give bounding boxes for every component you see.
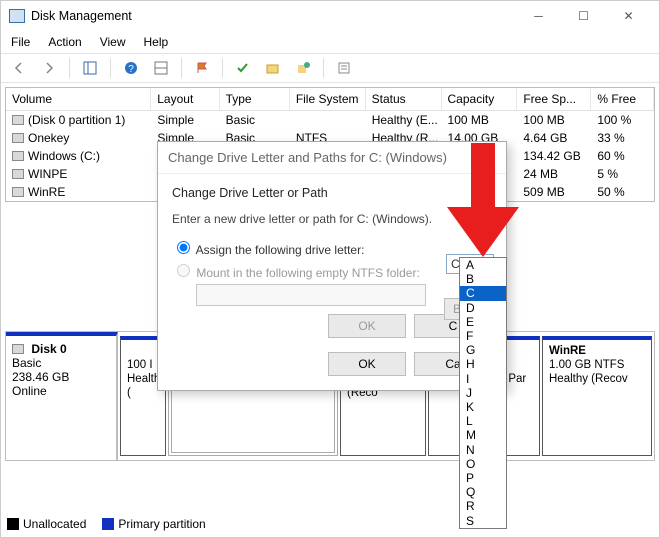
col-layout[interactable]: Layout — [151, 88, 219, 110]
volume-list-header: Volume Layout Type File System Status Ca… — [6, 88, 654, 111]
drive-letter-option[interactable]: N — [460, 443, 506, 457]
toolbar: ? — [1, 53, 659, 83]
menu-action[interactable]: Action — [48, 35, 81, 49]
table-row[interactable]: (Disk 0 partition 1)SimpleBasicHealthy (… — [6, 111, 654, 129]
volume-icon — [12, 187, 24, 197]
menu-file[interactable]: File — [11, 35, 30, 49]
new-folder-icon[interactable] — [261, 56, 285, 80]
menu-help[interactable]: Help — [144, 35, 169, 49]
col-free[interactable]: Free Sp... — [517, 88, 591, 110]
drive-letter-option[interactable]: D — [460, 301, 506, 315]
menu-view[interactable]: View — [100, 35, 126, 49]
legend-primary: Primary partition — [118, 517, 205, 531]
dialog-heading: Change Drive Letter or Path — [172, 186, 492, 200]
change-drive-letter-dialog: Change Drive Letter and Paths for C: (Wi… — [157, 141, 507, 391]
properties-icon[interactable] — [332, 56, 356, 80]
col-type[interactable]: Type — [220, 88, 290, 110]
help-icon[interactable]: ? — [119, 56, 143, 80]
volume-icon — [12, 133, 24, 143]
disk-management-icon — [9, 9, 25, 23]
legend: Unallocated Primary partition — [7, 517, 206, 531]
back-icon[interactable] — [7, 56, 31, 80]
drive-letter-option[interactable]: M — [460, 428, 506, 442]
ok-button[interactable]: OK — [328, 352, 406, 376]
drive-letter-option[interactable]: T — [460, 528, 506, 529]
volume-icon — [12, 115, 24, 125]
drive-letter-option[interactable]: A — [460, 258, 506, 272]
disk-icon — [12, 344, 24, 354]
title-bar: Disk Management ─ ☐ ✕ — [1, 1, 659, 31]
col-capacity[interactable]: Capacity — [442, 88, 518, 110]
drive-letter-option[interactable]: L — [460, 414, 506, 428]
drive-letter-option[interactable]: O — [460, 457, 506, 471]
drive-letter-option[interactable]: P — [460, 471, 506, 485]
col-volume[interactable]: Volume — [6, 88, 151, 110]
col-status[interactable]: Status — [366, 88, 442, 110]
drive-letter-option[interactable]: C — [460, 286, 506, 300]
drive-letter-option[interactable]: K — [460, 400, 506, 414]
radio-mount-folder-input[interactable] — [177, 264, 190, 277]
drive-letter-dropdown[interactable]: ABCDEFGHIJKLMNOPQRSTUV — [459, 257, 507, 529]
disk-info[interactable]: Disk 0 Basic 238.46 GB Online — [6, 332, 118, 460]
minimize-button[interactable]: ─ — [516, 1, 561, 31]
legend-unallocated: Unallocated — [23, 517, 86, 531]
partition[interactable]: WinRE1.00 GB NTFSHealthy (Recov — [542, 336, 652, 456]
window-title: Disk Management — [31, 9, 132, 23]
legend-unallocated-swatch — [7, 518, 19, 530]
disk-state: Online — [12, 384, 47, 398]
drive-letter-option[interactable]: E — [460, 315, 506, 329]
menu-bar: File Action View Help — [1, 31, 659, 53]
radio-assign-letter[interactable]: Assign the following drive letter: — [172, 238, 492, 257]
volume-icon — [12, 169, 24, 179]
maximize-button[interactable]: ☐ — [561, 1, 606, 31]
new-volume-icon[interactable] — [291, 56, 315, 80]
layout-icon[interactable] — [78, 56, 102, 80]
disk-type: Basic — [12, 356, 41, 370]
svg-text:?: ? — [128, 64, 134, 75]
legend-primary-swatch — [102, 518, 114, 530]
drive-letter-option[interactable]: F — [460, 329, 506, 343]
radio-mount-folder[interactable]: Mount in the following empty NTFS folder… — [172, 261, 492, 280]
flag-icon[interactable] — [190, 56, 214, 80]
drive-letter-option[interactable]: I — [460, 372, 506, 386]
radio-assign-letter-input[interactable] — [177, 241, 190, 254]
drive-letter-option[interactable]: H — [460, 357, 506, 371]
drive-letter-option[interactable]: Q — [460, 485, 506, 499]
settings-view-icon[interactable] — [149, 56, 173, 80]
mount-path-input — [196, 284, 426, 306]
drive-letter-option[interactable]: R — [460, 499, 506, 513]
close-button[interactable]: ✕ — [606, 1, 651, 31]
disk-name: Disk 0 — [31, 342, 66, 356]
drive-letter-option[interactable]: G — [460, 343, 506, 357]
drive-letter-option[interactable]: S — [460, 514, 506, 528]
col-pct[interactable]: % Free — [591, 88, 654, 110]
drive-letter-option[interactable]: J — [460, 386, 506, 400]
check-icon[interactable] — [231, 56, 255, 80]
dialog-title: Change Drive Letter and Paths for C: (Wi… — [158, 142, 506, 174]
inner-ok-button[interactable]: OK — [328, 314, 406, 338]
drive-letter-option[interactable]: B — [460, 272, 506, 286]
volume-icon — [12, 151, 24, 161]
dialog-prompt: Enter a new drive letter or path for C: … — [172, 212, 492, 226]
disk-size: 238.46 GB — [12, 370, 69, 384]
col-filesystem[interactable]: File System — [290, 88, 366, 110]
disk-management-window: Disk Management ─ ☐ ✕ File Action View H… — [0, 0, 660, 538]
forward-icon[interactable] — [37, 56, 61, 80]
